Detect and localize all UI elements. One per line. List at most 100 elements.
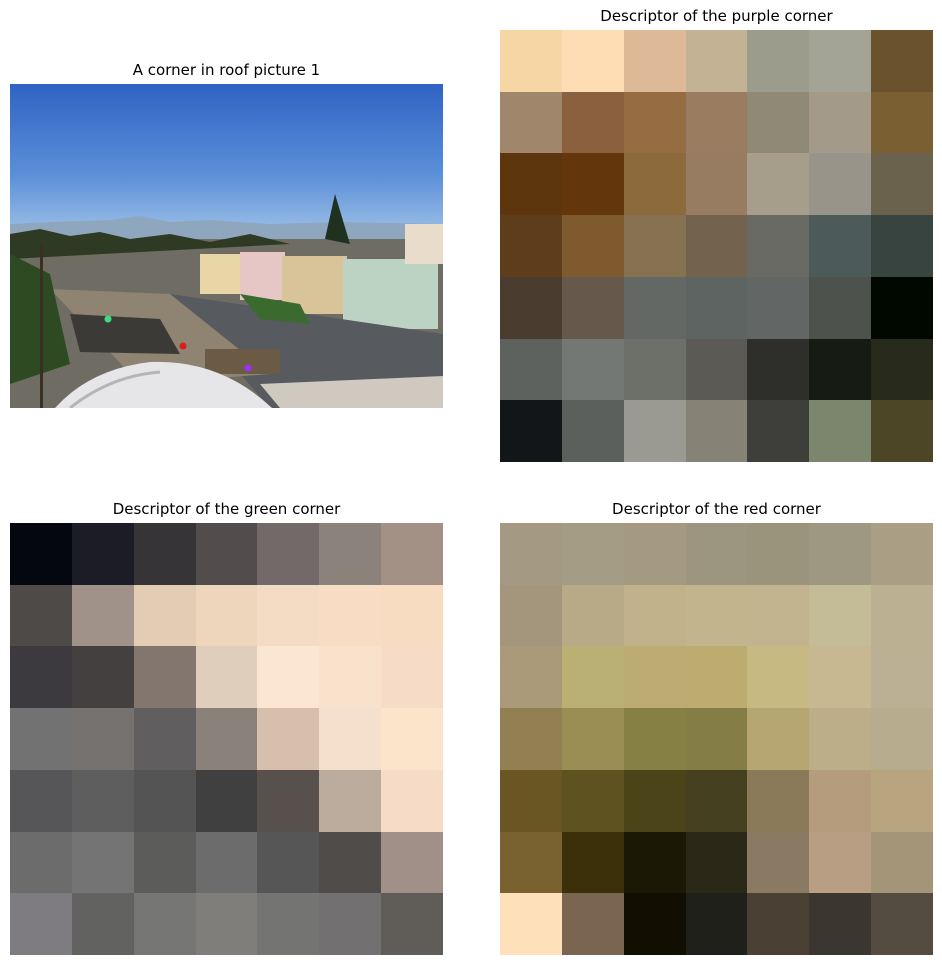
descriptor-cell xyxy=(809,30,872,92)
descriptor-cell xyxy=(623,400,686,462)
descriptor-cell xyxy=(747,91,810,154)
descriptor-cell xyxy=(809,91,872,154)
descriptor-cell xyxy=(623,30,686,92)
descriptor-cell xyxy=(747,769,810,832)
descriptor-cell xyxy=(71,769,134,832)
descriptor-cell xyxy=(809,831,872,894)
descriptor-cell xyxy=(500,338,562,401)
descriptor-cell xyxy=(809,584,872,647)
descriptor-cell xyxy=(381,584,443,647)
descriptor-cell xyxy=(747,338,810,401)
descriptor-cell xyxy=(747,30,810,92)
descriptor-cell xyxy=(500,91,562,154)
descriptor-cell xyxy=(10,523,72,585)
descriptor-cell xyxy=(809,153,872,216)
descriptor-cell xyxy=(195,831,258,894)
descriptor-cell xyxy=(257,523,320,585)
descriptor-cell xyxy=(747,708,810,770)
descriptor-cell xyxy=(685,30,748,92)
descriptor-cell xyxy=(685,276,748,339)
descriptor-cell xyxy=(561,523,624,585)
descriptor-cell xyxy=(381,646,443,709)
descriptor-cell xyxy=(133,893,196,955)
descriptor-cell xyxy=(623,153,686,216)
red-descriptor-grid xyxy=(500,523,933,955)
descriptor-cell xyxy=(10,708,72,770)
red-descriptor-title: Descriptor of the red corner xyxy=(612,500,821,518)
purple-descriptor-title: Descriptor of the purple corner xyxy=(600,7,833,25)
descriptor-cell xyxy=(257,831,320,894)
descriptor-cell xyxy=(685,893,748,955)
descriptor-cell xyxy=(871,91,933,154)
descriptor-cell xyxy=(500,400,562,462)
descriptor-cell xyxy=(500,276,562,339)
descriptor-cell xyxy=(319,523,382,585)
descriptor-cell xyxy=(381,769,443,832)
descriptor-cell xyxy=(71,646,134,709)
green-descriptor-grid xyxy=(10,523,443,955)
descriptor-cell xyxy=(809,893,872,955)
descriptor-cell xyxy=(500,769,562,832)
descriptor-cell xyxy=(809,338,872,401)
descriptor-cell xyxy=(195,769,258,832)
descriptor-cell xyxy=(747,893,810,955)
descriptor-cell xyxy=(623,215,686,277)
descriptor-cell xyxy=(809,769,872,832)
descriptor-cell xyxy=(871,831,933,894)
descriptor-cell xyxy=(685,584,748,647)
descriptor-cell xyxy=(685,646,748,709)
descriptor-cell xyxy=(195,646,258,709)
descriptor-cell xyxy=(71,523,134,585)
descriptor-cell xyxy=(809,276,872,339)
descriptor-cell xyxy=(195,708,258,770)
descriptor-cell xyxy=(133,646,196,709)
descriptor-cell xyxy=(685,769,748,832)
descriptor-cell xyxy=(10,893,72,955)
descriptor-cell xyxy=(133,584,196,647)
descriptor-cell xyxy=(561,646,624,709)
descriptor-cell xyxy=(685,91,748,154)
descriptor-cell xyxy=(561,276,624,339)
purple-descriptor-grid xyxy=(500,30,933,462)
descriptor-cell xyxy=(561,215,624,277)
green-corner-marker xyxy=(104,315,112,323)
descriptor-cell xyxy=(257,646,320,709)
descriptor-cell xyxy=(623,91,686,154)
descriptor-cell xyxy=(561,584,624,647)
descriptor-cell xyxy=(500,153,562,216)
descriptor-cell xyxy=(561,400,624,462)
descriptor-cell xyxy=(319,831,382,894)
descriptor-cell xyxy=(747,646,810,709)
descriptor-cell xyxy=(381,523,443,585)
descriptor-cell xyxy=(561,153,624,216)
descriptor-cell xyxy=(561,769,624,832)
descriptor-cell xyxy=(561,338,624,401)
descriptor-cell xyxy=(319,769,382,832)
descriptor-cell xyxy=(871,708,933,770)
descriptor-cell xyxy=(623,276,686,339)
descriptor-cell xyxy=(685,523,748,585)
descriptor-cell xyxy=(381,831,443,894)
descriptor-cell xyxy=(871,893,933,955)
descriptor-cell xyxy=(257,893,320,955)
descriptor-cell xyxy=(257,769,320,832)
descriptor-cell xyxy=(257,708,320,770)
descriptor-cell xyxy=(561,91,624,154)
descriptor-cell xyxy=(500,831,562,894)
descriptor-cell xyxy=(685,153,748,216)
descriptor-cell xyxy=(623,893,686,955)
descriptor-cell xyxy=(71,893,134,955)
descriptor-cell xyxy=(381,708,443,770)
descriptor-cell xyxy=(10,646,72,709)
descriptor-cell xyxy=(809,708,872,770)
descriptor-cell xyxy=(500,523,562,585)
descriptor-cell xyxy=(623,338,686,401)
descriptor-cell xyxy=(747,831,810,894)
descriptor-cell xyxy=(500,215,562,277)
descriptor-cell xyxy=(561,708,624,770)
descriptor-cell xyxy=(133,831,196,894)
descriptor-cell xyxy=(10,769,72,832)
descriptor-cell xyxy=(10,584,72,647)
descriptor-cell xyxy=(195,584,258,647)
descriptor-cell xyxy=(809,523,872,585)
